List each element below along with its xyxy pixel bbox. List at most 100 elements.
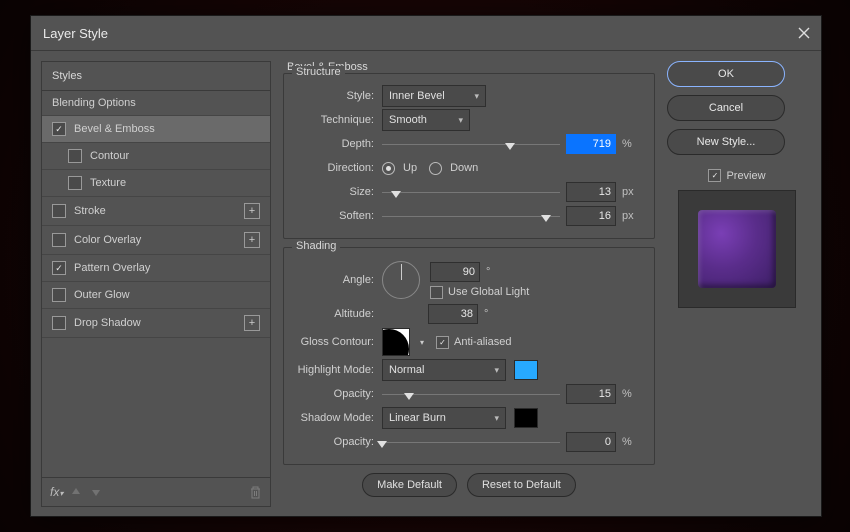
cancel-button[interactable]: Cancel — [667, 95, 785, 121]
opacity1-label: Opacity: — [294, 388, 382, 400]
dialog-body: Styles Blending Options Bevel & Emboss Con… — [31, 51, 821, 517]
direction-up[interactable]: Up — [382, 162, 417, 175]
style-item-label: Blending Options — [52, 97, 136, 109]
gloss-contour-label: Gloss Contour: — [294, 336, 382, 348]
style-item-label: Outer Glow — [74, 289, 130, 301]
size-input[interactable] — [566, 182, 616, 202]
chevron-down-icon: ▾ — [474, 91, 479, 102]
style-item-outer-glow[interactable]: Outer Glow — [42, 282, 270, 309]
gloss-contour-picker[interactable] — [382, 328, 410, 356]
chevron-down-icon: ▾ — [494, 413, 499, 424]
checkbox-icon — [708, 169, 721, 182]
depth-slider[interactable] — [382, 134, 560, 154]
checkbox-icon[interactable] — [52, 288, 66, 302]
angle-input[interactable] — [430, 262, 480, 282]
preview-checkbox[interactable]: Preview — [708, 169, 765, 182]
shading-fieldset: Shading Angle: ° Use Global Light — [283, 247, 655, 465]
checkbox-icon[interactable] — [52, 316, 66, 330]
checkbox-icon — [436, 336, 449, 349]
opacity2-label: Opacity: — [294, 436, 382, 448]
styles-header[interactable]: Styles — [42, 62, 270, 91]
altitude-label: Altitude: — [294, 308, 382, 320]
style-item-texture[interactable]: Texture — [42, 170, 270, 197]
add-effect-icon[interactable]: + — [244, 315, 260, 331]
shadow-color-swatch[interactable] — [514, 408, 538, 428]
close-icon — [798, 27, 810, 39]
anti-aliased-checkbox[interactable]: Anti-aliased — [436, 336, 511, 349]
use-global-light-checkbox[interactable]: Use Global Light — [430, 286, 529, 299]
titlebar[interactable]: Layer Style — [31, 16, 821, 51]
angle-label: Angle: — [294, 274, 382, 286]
shadow-opacity-input[interactable] — [566, 432, 616, 452]
settings-panel: Bevel & Emboss Structure Style: Inner Be… — [283, 61, 655, 507]
radio-icon — [382, 162, 395, 175]
add-effect-icon[interactable]: + — [244, 232, 260, 248]
depth-input[interactable] — [566, 134, 616, 154]
size-slider[interactable] — [382, 182, 560, 202]
dialog-title: Layer Style — [43, 26, 108, 41]
style-item-label: Contour — [90, 150, 129, 162]
shadow-mode-label: Shadow Mode: — [294, 412, 382, 424]
close-button[interactable] — [787, 16, 821, 50]
checkbox-icon[interactable] — [68, 176, 82, 190]
highlight-opacity-input[interactable] — [566, 384, 616, 404]
depth-label: Depth: — [294, 138, 382, 150]
layer-style-dialog: Layer Style Styles Blending Options Bevel… — [30, 15, 822, 517]
styles-sidebar: Styles Blending Options Bevel & Emboss Con… — [41, 61, 271, 507]
fx-icon[interactable]: fx▾ — [50, 485, 63, 499]
action-column: OK Cancel New Style... Preview — [667, 61, 807, 507]
checkbox-icon[interactable] — [52, 122, 66, 136]
chevron-down-icon: ▾ — [458, 115, 463, 126]
structure-fieldset: Structure Style: Inner Bevel▾ Technique:… — [283, 73, 655, 239]
trash-icon[interactable] — [248, 485, 262, 499]
angle-dial[interactable] — [382, 261, 420, 299]
highlight-opacity-slider[interactable] — [382, 384, 560, 404]
style-item-stroke[interactable]: Stroke+ — [42, 197, 270, 226]
highlight-color-swatch[interactable] — [514, 360, 538, 380]
style-item-label: Bevel & Emboss — [74, 123, 155, 135]
shading-legend: Shading — [292, 240, 340, 252]
shadow-opacity-slider[interactable] — [382, 432, 560, 452]
style-item-blending-options[interactable]: Blending Options — [42, 91, 270, 116]
make-default-button[interactable]: Make Default — [362, 473, 457, 497]
altitude-input[interactable] — [428, 304, 478, 324]
soften-unit: px — [616, 210, 644, 222]
style-item-bevel-emboss[interactable]: Bevel & Emboss — [42, 116, 270, 143]
angle-unit: ° — [480, 266, 508, 278]
add-effect-icon[interactable]: + — [244, 203, 260, 219]
highlight-mode-select[interactable]: Normal▾ — [382, 359, 506, 381]
preview-thumbnail — [678, 190, 796, 308]
arrow-down-icon[interactable] — [89, 485, 103, 499]
checkbox-icon[interactable] — [52, 261, 66, 275]
ok-button[interactable]: OK — [667, 61, 785, 87]
style-item-pattern-overlay[interactable]: Pattern Overlay — [42, 255, 270, 282]
style-list: Blending Options Bevel & Emboss Contour Tex… — [42, 91, 270, 338]
reset-to-default-button[interactable]: Reset to Default — [467, 473, 576, 497]
technique-label: Technique: — [294, 114, 382, 126]
style-select[interactable]: Inner Bevel▾ — [382, 85, 486, 107]
style-item-label: Texture — [90, 177, 126, 189]
size-label: Size: — [294, 186, 382, 198]
default-buttons: Make Default Reset to Default — [283, 473, 655, 497]
altitude-unit: ° — [478, 308, 506, 320]
soften-input[interactable] — [566, 206, 616, 226]
style-item-drop-shadow[interactable]: Drop Shadow + — [42, 309, 270, 338]
preview-content — [698, 210, 776, 288]
checkbox-icon[interactable] — [68, 149, 82, 163]
new-style-button[interactable]: New Style... — [667, 129, 785, 155]
direction-down[interactable]: Down — [429, 162, 478, 175]
depth-unit: % — [616, 138, 644, 150]
checkbox-icon[interactable] — [52, 233, 66, 247]
shadow-mode-select[interactable]: Linear Burn▾ — [382, 407, 506, 429]
style-item-color-overlay[interactable]: Color Overlay+ — [42, 226, 270, 255]
style-label: Style: — [294, 90, 382, 102]
opacity2-unit: % — [616, 436, 644, 448]
chevron-down-icon[interactable]: ▾ — [416, 329, 428, 355]
soften-slider[interactable] — [382, 206, 560, 226]
style-item-label: Drop Shadow — [74, 317, 141, 329]
arrow-up-icon[interactable] — [69, 485, 83, 499]
highlight-mode-label: Highlight Mode: — [294, 364, 382, 376]
checkbox-icon[interactable] — [52, 204, 66, 218]
technique-select[interactable]: Smooth▾ — [382, 109, 470, 131]
style-item-contour[interactable]: Contour — [42, 143, 270, 170]
